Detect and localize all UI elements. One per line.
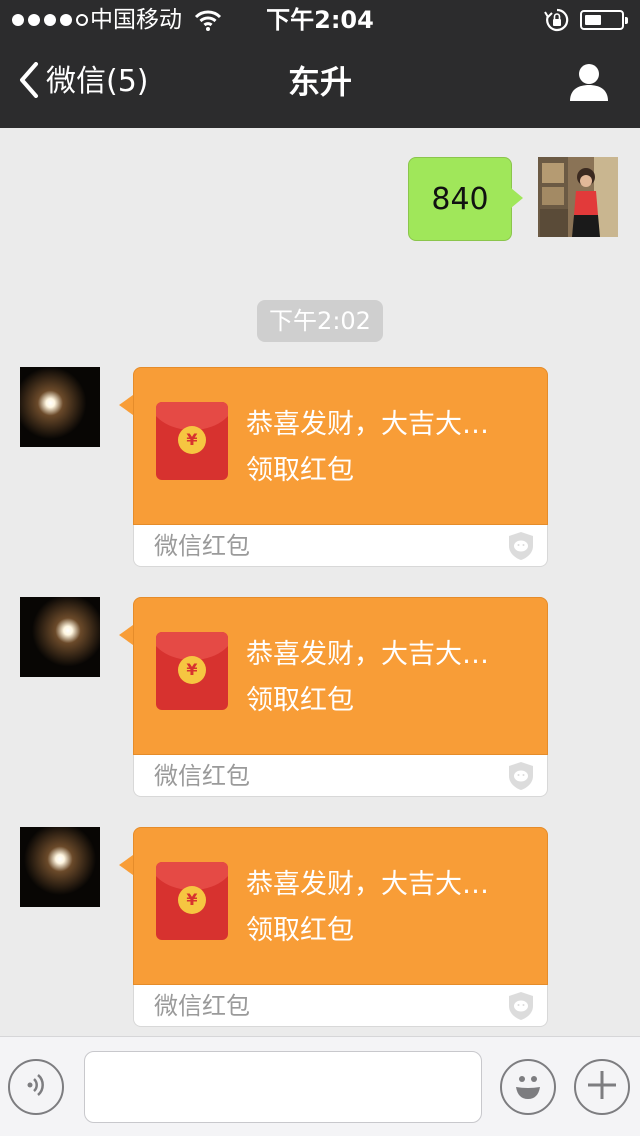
contact-avatar[interactable] (20, 827, 100, 907)
red-packet-body[interactable]: ¥ 恭喜发财，大吉大… 领取红包 (133, 827, 548, 985)
red-envelope-icon: ¥ (156, 862, 228, 940)
more-button[interactable] (574, 1059, 630, 1115)
status-bar: 中国移动 下午2:04 (0, 0, 640, 40)
red-packet-footer: 微信红包 (133, 755, 548, 797)
voice-icon (21, 1070, 51, 1104)
red-packet-footer-label: 微信红包 (154, 532, 250, 560)
red-packet-message[interactable]: ¥ 恭喜发财，大吉大… 领取红包 微信红包 (119, 367, 548, 567)
red-packet-footer-label: 微信红包 (154, 762, 250, 790)
red-packet-message[interactable]: ¥ 恭喜发财，大吉大… 领取红包 微信红包 (119, 597, 548, 797)
outgoing-message-text: 840 (431, 181, 489, 217)
person-icon[interactable] (568, 62, 610, 106)
red-envelope-icon: ¥ (156, 402, 228, 480)
outgoing-message-bubble[interactable]: 840 (408, 157, 523, 241)
rotation-lock-icon (544, 8, 570, 36)
wechat-shield-icon (507, 991, 535, 1025)
my-avatar[interactable] (538, 157, 618, 237)
plus-icon (586, 1069, 618, 1105)
chat-nav-bar: 微信(5) 东升 (0, 40, 640, 128)
red-packet-title: 恭喜发财，大吉大… (246, 639, 489, 670)
wechat-shield-icon (507, 531, 535, 565)
red-packet-body[interactable]: ¥ 恭喜发财，大吉大… 领取红包 (133, 597, 548, 755)
timestamp-label: 下午2:02 (257, 300, 383, 342)
red-packet-footer: 微信红包 (133, 525, 548, 567)
red-packet-action: 领取红包 (246, 455, 354, 486)
red-packet-message[interactable]: ¥ 恭喜发财，大吉大… 领取红包 微信红包 (119, 827, 548, 1027)
red-envelope-icon: ¥ (156, 632, 228, 710)
emoji-button[interactable] (500, 1059, 556, 1115)
battery-icon (580, 10, 628, 30)
red-packet-footer: 微信红包 (133, 985, 548, 1027)
chat-input-bar (0, 1036, 640, 1136)
red-packet-action: 领取红包 (246, 915, 354, 946)
red-packet-action: 领取红包 (246, 685, 354, 716)
top-bar: 中国移动 下午2:04 微信(5) 东升 (0, 0, 640, 128)
contact-avatar[interactable] (20, 597, 100, 677)
red-packet-body[interactable]: ¥ 恭喜发财，大吉大… 领取红包 (133, 367, 548, 525)
red-packet-footer-label: 微信红包 (154, 992, 250, 1020)
voice-button[interactable] (8, 1059, 64, 1115)
red-packet-title: 恭喜发财，大吉大… (246, 869, 489, 900)
chat-title: 东升 (287, 63, 352, 101)
wechat-shield-icon (507, 761, 535, 795)
message-input[interactable] (84, 1051, 482, 1123)
contact-avatar[interactable] (20, 367, 100, 447)
red-packet-title: 恭喜发财，大吉大… (246, 409, 489, 440)
emoji-icon (508, 1065, 548, 1109)
